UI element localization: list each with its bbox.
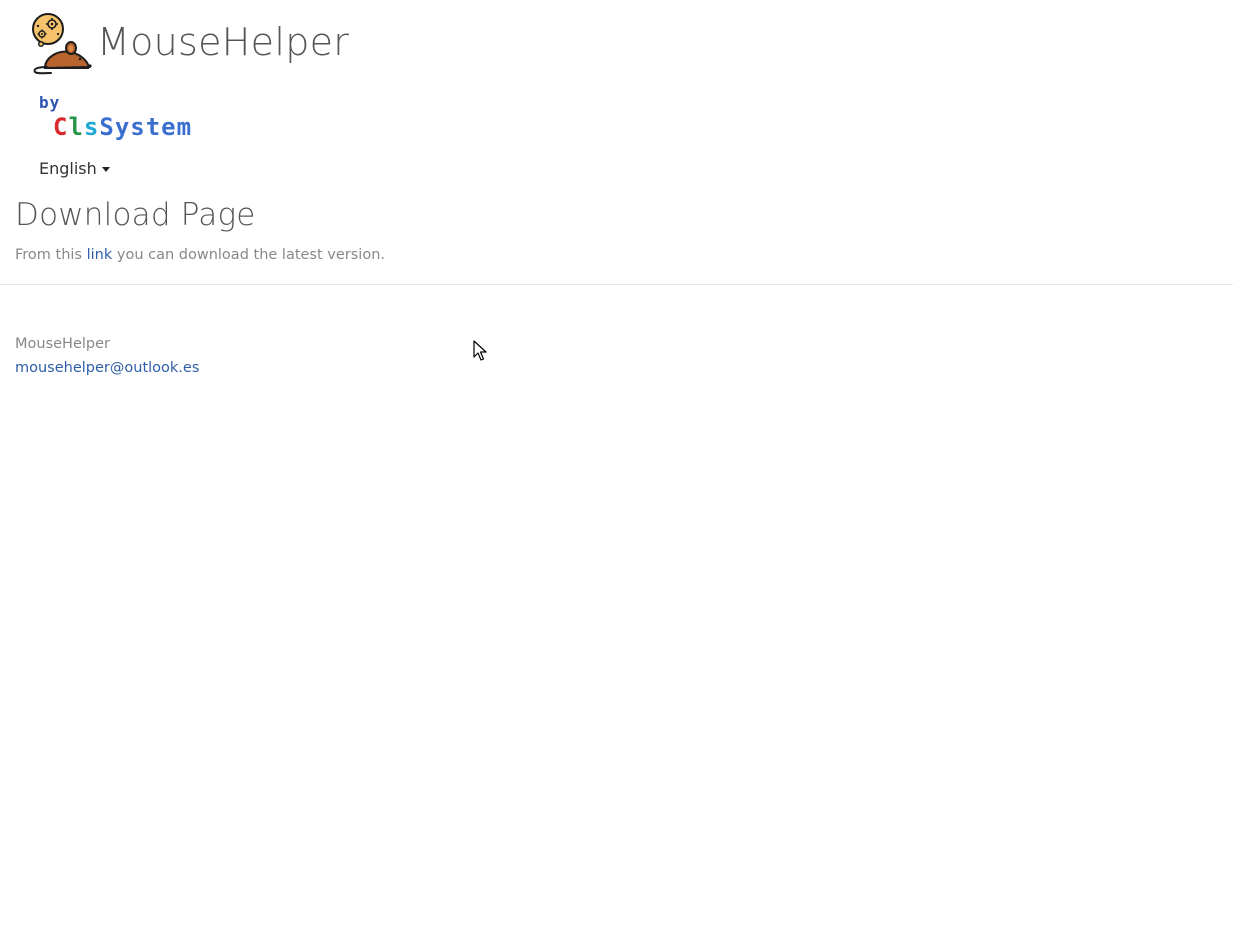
intro-text-after: you can download the latest version. xyxy=(112,247,385,263)
company-letter: y xyxy=(114,113,131,141)
company-letter: S xyxy=(99,113,115,141)
company-letter: t xyxy=(145,113,162,141)
page-title: Download Page xyxy=(15,197,256,233)
footer-app-name: MouseHelper xyxy=(15,336,110,352)
company-letter: s xyxy=(83,113,100,141)
company-logo-text: ClsSystem xyxy=(53,113,192,141)
company-letter: C xyxy=(53,113,69,141)
language-dropdown[interactable]: English xyxy=(39,159,110,178)
brand[interactable]: MouseHelper xyxy=(31,12,349,76)
by-label: by xyxy=(39,93,61,112)
site-header: MouseHelper xyxy=(31,12,349,76)
download-link[interactable]: link xyxy=(87,247,113,263)
download-intro: From this link you can download the late… xyxy=(15,247,385,263)
section-divider xyxy=(0,284,1233,285)
company-letter: l xyxy=(68,113,84,141)
footer-email-link[interactable]: mousehelper@outlook.es xyxy=(15,360,199,376)
brand-title[interactable]: MouseHelper xyxy=(97,23,349,61)
company-letter: m xyxy=(176,113,193,141)
mouse-gear-thought-icon xyxy=(32,13,92,75)
caret-down-icon[interactable] xyxy=(101,166,110,172)
company-letter: s xyxy=(130,113,146,141)
language-selected[interactable]: English xyxy=(39,159,97,178)
intro-text-before: From this xyxy=(15,247,87,263)
company-byline: by ClsSystem xyxy=(39,93,239,141)
company-letter: e xyxy=(161,113,177,141)
mouse-cursor-icon xyxy=(473,340,487,361)
